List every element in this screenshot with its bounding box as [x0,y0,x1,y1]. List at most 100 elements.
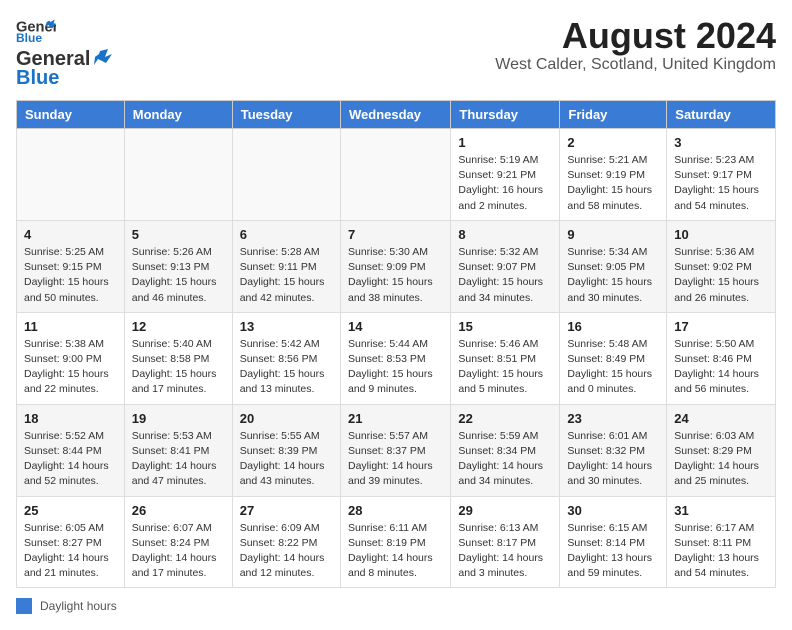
calendar-cell: 15 Sunrise: 5:46 AM Sunset: 8:51 PM Dayli… [451,312,560,404]
calendar-week-row: 4Sunrise: 5:25 AM Sunset: 9:15 PM Daylig… [17,220,776,312]
calendar-header-friday: Friday [560,101,667,129]
calendar-cell: 21 Sunrise: 5:57 AM Sunset: 8:37 PM Dayli… [340,404,450,496]
day-number: 23 [567,411,659,426]
day-info: Sunrise: 5:21 AM Sunset: 9:19 PM Dayligh… [567,153,659,214]
calendar-cell: 29 Sunrise: 6:13 AM Sunset: 8:17 PM Dayli… [451,496,560,588]
day-number: 15 [458,319,552,334]
day-info: Sunrise: 5:40 AM Sunset: 8:58 PM Dayligh… [132,337,225,398]
calendar-cell: 30 Sunrise: 6:15 AM Sunset: 8:14 PM Dayli… [560,496,667,588]
calendar-header-saturday: Saturday [667,101,776,129]
page-header: General Blue General Blue August 2024 We… [16,16,776,90]
calendar-cell: 1Sunrise: 5:19 AM Sunset: 9:21 PM Daylig… [451,129,560,221]
calendar-cell: 28 Sunrise: 6:11 AM Sunset: 8:19 PM Dayli… [340,496,450,588]
day-info: Sunrise: 5:44 AM Sunset: 8:53 PM Dayligh… [348,337,443,398]
calendar-week-row: 11 Sunrise: 5:38 AM Sunset: 9:00 PM Dayli… [17,312,776,404]
day-info: Sunrise: 6:09 AM Sunset: 8:22 PM Dayligh… [240,521,333,582]
calendar-cell: 17Sunrise: 5:50 AM Sunset: 8:46 PM Dayli… [667,312,776,404]
calendar-cell: 6Sunrise: 5:28 AM Sunset: 9:11 PM Daylig… [232,220,340,312]
calendar-cell: 11 Sunrise: 5:38 AM Sunset: 9:00 PM Dayli… [17,312,125,404]
calendar-cell: 10 Sunrise: 5:36 AM Sunset: 9:02 PM Dayli… [667,220,776,312]
day-info: Sunrise: 6:13 AM Sunset: 8:17 PM Dayligh… [458,521,552,582]
day-number: 13 [240,319,333,334]
day-number: 4 [24,227,117,242]
logo-icon: General Blue [16,16,56,44]
calendar-week-row: 1Sunrise: 5:19 AM Sunset: 9:21 PM Daylig… [17,129,776,221]
calendar-header-monday: Monday [124,101,232,129]
day-info: Sunrise: 5:32 AM Sunset: 9:07 PM Dayligh… [458,245,552,306]
calendar-cell [340,129,450,221]
legend-label: Daylight hours [40,599,117,613]
day-number: 30 [567,503,659,518]
calendar-header-tuesday: Tuesday [232,101,340,129]
day-info: Sunrise: 6:15 AM Sunset: 8:14 PM Dayligh… [567,521,659,582]
day-info: Sunrise: 6:11 AM Sunset: 8:19 PM Dayligh… [348,521,443,582]
calendar-cell [17,129,125,221]
day-info: Sunrise: 6:05 AM Sunset: 8:27 PM Dayligh… [24,521,117,582]
calendar-cell: 3 Sunrise: 5:23 AM Sunset: 9:17 PM Daylig… [667,129,776,221]
calendar-cell: 7 Sunrise: 5:30 AM Sunset: 9:09 PM Daylig… [340,220,450,312]
calendar-cell: 9Sunrise: 5:34 AM Sunset: 9:05 PM Daylig… [560,220,667,312]
day-info: Sunrise: 6:07 AM Sunset: 8:24 PM Dayligh… [132,521,225,582]
day-number: 19 [132,411,225,426]
calendar-cell: 4Sunrise: 5:25 AM Sunset: 9:15 PM Daylig… [17,220,125,312]
page-subtitle: West Calder, Scotland, United Kingdom [495,56,776,74]
day-number: 12 [132,319,225,334]
calendar-cell: 20Sunrise: 5:55 AM Sunset: 8:39 PM Dayli… [232,404,340,496]
logo-blue: Blue [16,67,59,90]
day-number: 25 [24,503,117,518]
calendar-week-row: 18Sunrise: 5:52 AM Sunset: 8:44 PM Dayli… [17,404,776,496]
day-info: Sunrise: 5:46 AM Sunset: 8:51 PM Dayligh… [458,337,552,398]
day-info: Sunrise: 5:36 AM Sunset: 9:02 PM Dayligh… [674,245,768,306]
day-number: 14 [348,319,443,334]
day-info: Sunrise: 5:57 AM Sunset: 8:37 PM Dayligh… [348,429,443,490]
day-number: 10 [674,227,768,242]
day-info: Sunrise: 5:38 AM Sunset: 9:00 PM Dayligh… [24,337,117,398]
day-info: Sunrise: 5:34 AM Sunset: 9:05 PM Dayligh… [567,245,659,306]
day-number: 8 [458,227,552,242]
calendar-cell: 23 Sunrise: 6:01 AM Sunset: 8:32 PM Dayli… [560,404,667,496]
day-number: 17 [674,319,768,334]
calendar-cell: 27 Sunrise: 6:09 AM Sunset: 8:22 PM Dayli… [232,496,340,588]
day-number: 18 [24,411,117,426]
calendar-cell: 8 Sunrise: 5:32 AM Sunset: 9:07 PM Daylig… [451,220,560,312]
calendar-cell: 31 Sunrise: 6:17 AM Sunset: 8:11 PM Dayli… [667,496,776,588]
day-info: Sunrise: 6:17 AM Sunset: 8:11 PM Dayligh… [674,521,768,582]
calendar-header-sunday: Sunday [17,101,125,129]
calendar-header-thursday: Thursday [451,101,560,129]
calendar-cell: 18Sunrise: 5:52 AM Sunset: 8:44 PM Dayli… [17,404,125,496]
day-info: Sunrise: 5:30 AM Sunset: 9:09 PM Dayligh… [348,245,443,306]
day-number: 24 [674,411,768,426]
calendar-cell: 12 Sunrise: 5:40 AM Sunset: 8:58 PM Dayli… [124,312,232,404]
calendar-cell: 26 Sunrise: 6:07 AM Sunset: 8:24 PM Dayli… [124,496,232,588]
day-info: Sunrise: 5:23 AM Sunset: 9:17 PM Dayligh… [674,153,768,214]
day-number: 5 [132,227,225,242]
day-info: Sunrise: 5:42 AM Sunset: 8:56 PM Dayligh… [240,337,333,398]
calendar-week-row: 25 Sunrise: 6:05 AM Sunset: 8:27 PM Dayli… [17,496,776,588]
day-info: Sunrise: 5:55 AM Sunset: 8:39 PM Dayligh… [240,429,333,490]
calendar-cell: 22Sunrise: 5:59 AM Sunset: 8:34 PM Dayli… [451,404,560,496]
day-info: Sunrise: 5:28 AM Sunset: 9:11 PM Dayligh… [240,245,333,306]
calendar-cell [124,129,232,221]
day-number: 29 [458,503,552,518]
day-number: 21 [348,411,443,426]
calendar-cell: 25 Sunrise: 6:05 AM Sunset: 8:27 PM Dayli… [17,496,125,588]
day-number: 7 [348,227,443,242]
day-info: Sunrise: 5:26 AM Sunset: 9:13 PM Dayligh… [132,245,225,306]
day-info: Sunrise: 6:01 AM Sunset: 8:32 PM Dayligh… [567,429,659,490]
calendar-header-row: SundayMondayTuesdayWednesdayThursdayFrid… [17,101,776,129]
calendar-cell: 19 Sunrise: 5:53 AM Sunset: 8:41 PM Dayli… [124,404,232,496]
day-info: Sunrise: 6:03 AM Sunset: 8:29 PM Dayligh… [674,429,768,490]
calendar-table: SundayMondayTuesdayWednesdayThursdayFrid… [16,100,776,588]
day-number: 26 [132,503,225,518]
day-info: Sunrise: 5:53 AM Sunset: 8:41 PM Dayligh… [132,429,225,490]
day-number: 11 [24,319,117,334]
calendar-cell: 5 Sunrise: 5:26 AM Sunset: 9:13 PM Daylig… [124,220,232,312]
day-number: 28 [348,503,443,518]
calendar-cell: 2Sunrise: 5:21 AM Sunset: 9:19 PM Daylig… [560,129,667,221]
calendar-cell: 16Sunrise: 5:48 AM Sunset: 8:49 PM Dayli… [560,312,667,404]
day-info: Sunrise: 5:48 AM Sunset: 8:49 PM Dayligh… [567,337,659,398]
day-number: 3 [674,135,768,150]
day-number: 31 [674,503,768,518]
day-info: Sunrise: 5:59 AM Sunset: 8:34 PM Dayligh… [458,429,552,490]
day-number: 27 [240,503,333,518]
